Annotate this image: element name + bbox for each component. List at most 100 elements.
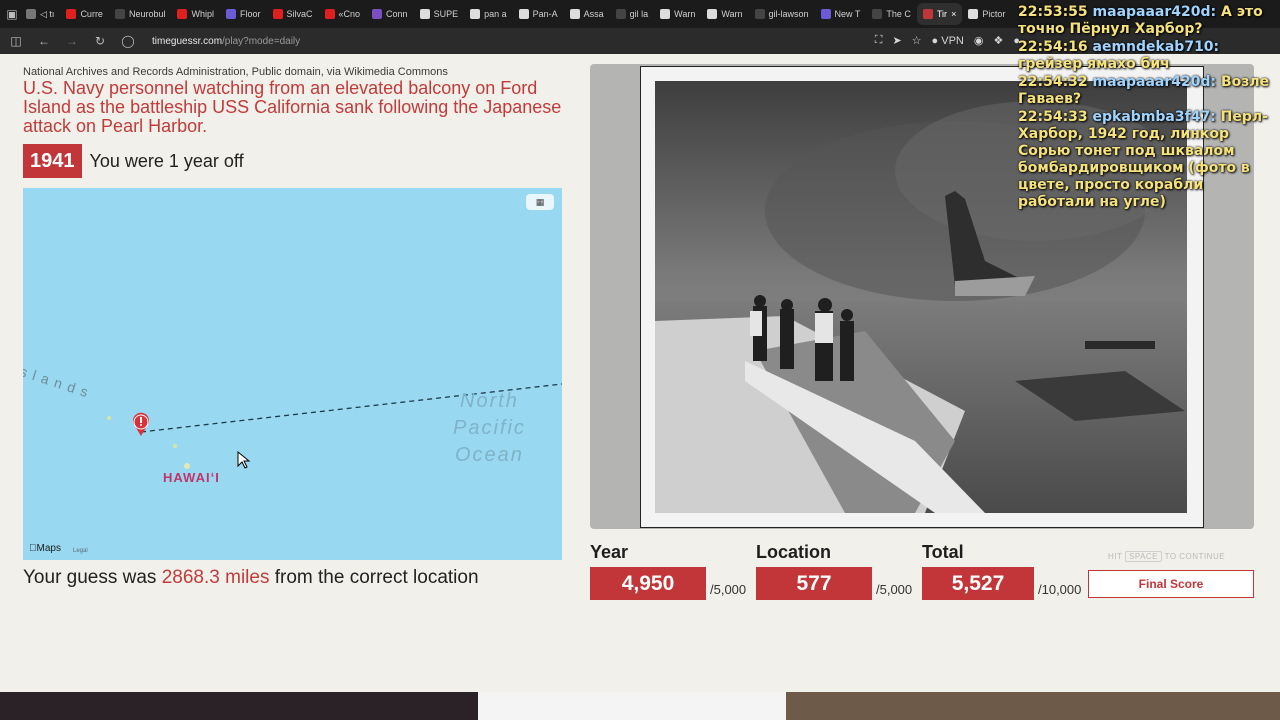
- chat-username: epkabmba3f47:: [1092, 109, 1216, 125]
- guess-distance-value: 2868.3 miles: [161, 567, 270, 588]
- chat-timestamp: 22:54:16: [1018, 39, 1088, 55]
- total-score-value: 5,527: [922, 567, 1034, 600]
- webcam-strip: [0, 692, 1280, 720]
- chat-timestamp: 22:54:33: [1018, 109, 1088, 125]
- chat-username: maapaaar420d:: [1092, 74, 1217, 90]
- mouse-cursor-icon: [237, 450, 251, 469]
- browser-tab[interactable]: Warn: [701, 3, 748, 25]
- browser-tab[interactable]: Whipl: [171, 3, 220, 25]
- tab-label: Pan-A: [532, 9, 558, 19]
- tab-favicon-icon: [272, 9, 283, 19]
- tab-favicon-icon: [922, 9, 933, 19]
- tab-strip: ◁ tı Curre Neurobul Whipl Floor SilvaC «Cno Con…: [20, 3, 1011, 25]
- year-score-max: /5,000: [710, 582, 747, 597]
- back-icon[interactable]: ←: [36, 34, 52, 48]
- tab-label: «Cno: [338, 9, 361, 19]
- browser-tab[interactable]: Tir ×: [916, 3, 963, 25]
- tab-favicon-icon: [754, 9, 765, 19]
- guess-distance-text: Your guess was 2868.3 miles from the cor…: [23, 567, 543, 588]
- location-score-title: Location: [756, 542, 831, 562]
- browser-tab[interactable]: Curre: [60, 3, 109, 25]
- location-score-box: 577 /5,000: [756, 567, 912, 600]
- browser-tab[interactable]: New T: [815, 3, 867, 25]
- tab-favicon-icon: [660, 9, 671, 19]
- url-host: timeguessr.com: [152, 35, 223, 47]
- total-score-title: Total: [922, 542, 964, 562]
- chat-message: 22:54:32 maapaaar420d: Возле Гаваев?: [1018, 74, 1278, 108]
- screenshot-icon[interactable]: ⛶: [875, 34, 883, 47]
- hawaii-label: HAWAIʻI: [163, 470, 220, 485]
- tab-label: ◁ tı: [40, 8, 55, 19]
- chat-message: 22:53:55 maapaaar420d: А это точно Пёрну…: [1018, 4, 1278, 38]
- ocean-label: North Pacific Ocean: [453, 388, 526, 469]
- forward-icon[interactable]: →: [64, 34, 80, 48]
- tab-favicon-icon: [707, 9, 718, 19]
- webcam-right: [786, 692, 1280, 720]
- browser-tab[interactable]: The C: [866, 3, 917, 25]
- browser-tab[interactable]: Conn: [366, 3, 414, 25]
- tab-label: Whipl: [191, 9, 214, 19]
- browser-tab[interactable]: pan a: [464, 3, 513, 25]
- year-score-value: 4,950: [590, 567, 706, 600]
- vpn-button[interactable]: ● VPN: [932, 35, 964, 47]
- browser-tab[interactable]: Assa: [564, 3, 610, 25]
- browser-tab[interactable]: «Cno: [319, 3, 367, 25]
- tab-overview-icon[interactable]: ▣: [4, 7, 20, 21]
- tab-label: The C: [886, 9, 911, 19]
- hint-prefix: HIT: [1108, 552, 1123, 561]
- tab-label: gil-lawson: [768, 9, 809, 19]
- extension-icon[interactable]: ◉: [974, 34, 984, 47]
- year-result: 1941 You were 1 year off: [23, 144, 244, 178]
- stream-chat-overlay: 22:53:55 maapaaar420d: А это точно Пёрну…: [1018, 4, 1278, 212]
- browser-tab[interactable]: Neurobul: [109, 3, 172, 25]
- sidebar-icon[interactable]: ◫: [8, 34, 24, 48]
- tab-label: SUPE: [433, 9, 459, 19]
- tab-favicon-icon: [872, 9, 883, 19]
- tab-favicon-icon: [226, 9, 236, 19]
- site-info-icon[interactable]: ◯: [120, 34, 136, 48]
- total-score-box: 5,527 /10,000: [922, 567, 1081, 600]
- puzzle-icon[interactable]: ❖: [993, 34, 1003, 47]
- browser-tab[interactable]: ◁ tı: [20, 3, 60, 25]
- result-map[interactable]: ▦ slands North Pacific Ocean HAWAIʻI Ma…: [23, 188, 562, 560]
- tab-label: pan a: [484, 9, 507, 19]
- location-score: Location 577 /5,000: [756, 542, 912, 600]
- chat-username: aemndekab710:: [1092, 39, 1220, 55]
- tab-label: Floor: [240, 9, 261, 19]
- webcam-middle: [478, 692, 786, 720]
- tab-favicon-icon: [615, 9, 626, 19]
- island-dot: [107, 416, 111, 420]
- url-path: /play?mode=daily: [222, 35, 301, 47]
- browser-tab[interactable]: Pan-A: [513, 3, 564, 25]
- year-score-box: 4,950 /5,000: [590, 567, 746, 600]
- browser-tab[interactable]: SUPE: [414, 3, 465, 25]
- browser-tab[interactable]: gil la: [610, 3, 655, 25]
- final-score-button[interactable]: Final Score: [1088, 570, 1254, 598]
- tab-label: Tir: [936, 9, 948, 19]
- browser-tab[interactable]: Warn: [654, 3, 701, 25]
- tab-close-icon[interactable]: ×: [951, 9, 956, 19]
- correct-year-badge: 1941: [23, 144, 82, 178]
- send-icon[interactable]: ➤: [892, 34, 901, 47]
- map-type-toggle-icon[interactable]: ▦: [526, 194, 554, 210]
- browser-tab[interactable]: Floor: [220, 3, 267, 25]
- chat-timestamp: 22:54:32: [1018, 74, 1088, 90]
- chat-username: maapaaar420d:: [1092, 4, 1217, 20]
- tab-favicon-icon: [324, 9, 335, 19]
- reload-icon[interactable]: ↻: [92, 34, 108, 48]
- chat-timestamp: 22:53:55: [1018, 4, 1088, 20]
- hint-suffix: TO CONTINUE: [1164, 552, 1226, 561]
- island-dot: [173, 444, 177, 448]
- maps-legal-link[interactable]: Legal: [73, 548, 88, 554]
- browser-tab[interactable]: Pictor: [962, 3, 1011, 25]
- location-pin-icon[interactable]: [133, 412, 149, 436]
- year-score-title: Year: [590, 542, 629, 562]
- tab-favicon-icon: [26, 9, 36, 19]
- browser-tab[interactable]: gil-lawson: [749, 3, 815, 25]
- browser-tab[interactable]: SilvaC: [267, 3, 319, 25]
- continue-hint: HIT SPACE TO CONTINUE: [1108, 551, 1226, 562]
- guess-prefix: Your guess was: [23, 567, 157, 588]
- location-score-value: 577: [756, 567, 872, 600]
- url-field[interactable]: timeguessr.com/play?mode=daily: [152, 36, 300, 47]
- bookmark-star-icon[interactable]: ☆: [912, 34, 922, 47]
